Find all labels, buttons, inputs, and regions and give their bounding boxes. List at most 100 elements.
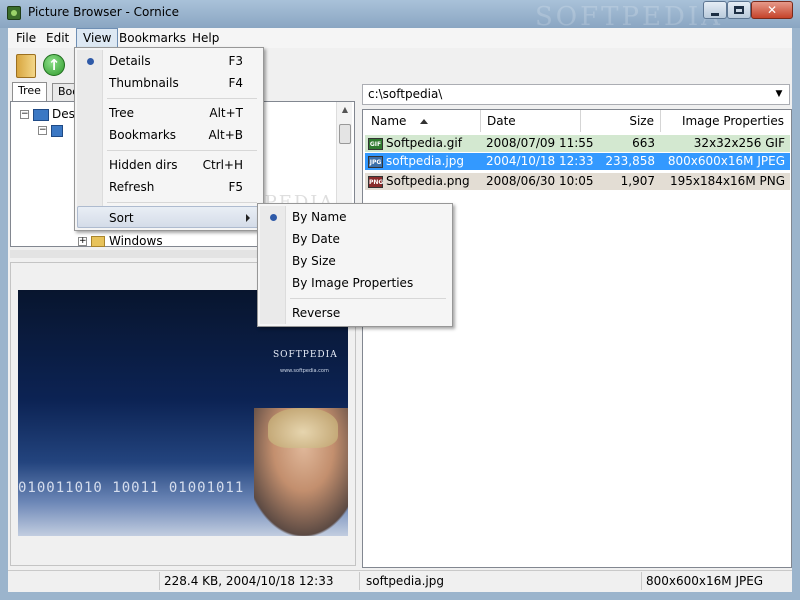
- collapse-icon[interactable]: −: [38, 126, 47, 135]
- file-name-cell: PNG Softpedia.png: [368, 173, 470, 190]
- path-input[interactable]: c:\softpedia\: [362, 84, 790, 105]
- menu-item-label: Bookmarks: [109, 128, 177, 142]
- chevron-down-icon[interactable]: ▼: [773, 88, 785, 100]
- column-header-image-properties[interactable]: Image Properties: [661, 110, 790, 132]
- radio-bullet-icon: [87, 58, 94, 65]
- menu-item-label: By Size: [292, 254, 336, 268]
- menu-item-label: Tree: [109, 106, 135, 120]
- menu-bookmarks[interactable]: Bookmarks: [113, 28, 192, 48]
- computer-icon: [51, 124, 63, 137]
- tab-tree[interactable]: Tree: [12, 82, 47, 102]
- folder-icon: [91, 236, 105, 247]
- preview-sub-text: www.softpedia.com: [280, 368, 329, 374]
- table-row[interactable]: GIF Softpedia.gif 2008/07/09 11:55 663 32…: [365, 135, 790, 152]
- menu-item-shortcut: F5: [228, 180, 243, 194]
- menu-separator: [290, 298, 446, 299]
- radio-bullet-icon: [270, 214, 277, 221]
- preview-hair: [268, 408, 338, 448]
- status-file-name: softpedia.jpg: [362, 572, 642, 590]
- preview-digits: 010011010 10011 01001011: [18, 480, 245, 496]
- file-size: 1,907: [620, 174, 655, 188]
- menu-item-reverse[interactable]: Reverse: [260, 302, 450, 324]
- menu-item-shortcut: F3: [228, 54, 243, 68]
- menu-item-by-size[interactable]: By Size: [260, 250, 450, 272]
- menu-separator: [107, 202, 257, 203]
- menu-help[interactable]: Help: [186, 28, 225, 48]
- desktop-icon: [33, 108, 49, 121]
- window-title: Picture Browser - Cornice: [28, 5, 180, 19]
- menu-edit[interactable]: Edit: [40, 28, 75, 48]
- file-image-properties: 195x184x16M PNG: [670, 174, 785, 188]
- column-label: Date: [487, 114, 516, 128]
- file-date: 2004/10/18 12:33: [486, 154, 594, 168]
- table-row[interactable]: JPG softpedia.jpg 2004/10/18 12:33 233,85…: [365, 153, 790, 170]
- menu-item-tree[interactable]: Tree Alt+T: [77, 102, 261, 124]
- tree-item-computer[interactable]: −: [38, 122, 66, 138]
- collapse-icon[interactable]: −: [20, 110, 29, 119]
- tree-item-windows[interactable]: + Windows: [78, 233, 163, 249]
- menu-item-shortcut: Ctrl+H: [202, 158, 243, 172]
- file-size: 663: [632, 136, 655, 150]
- column-label: Size: [629, 114, 654, 128]
- folder-icon[interactable]: [16, 54, 36, 78]
- maximize-button[interactable]: [727, 1, 751, 19]
- file-name: Softpedia.gif: [386, 136, 462, 150]
- menu-item-thumbnails[interactable]: Thumbnails F4: [77, 72, 261, 94]
- png-file-icon: PNG: [368, 175, 383, 188]
- file-name: Softpedia.png: [386, 174, 470, 188]
- status-empty: [10, 572, 160, 590]
- menu-item-details[interactable]: Details F3: [77, 50, 261, 72]
- menu-item-by-image-properties[interactable]: By Image Properties: [260, 272, 450, 294]
- column-header-size[interactable]: Size: [581, 110, 661, 132]
- jpg-file-icon: JPG: [368, 155, 383, 168]
- menu-item-hidden-dirs[interactable]: Hidden dirs Ctrl+H: [77, 154, 261, 176]
- column-header-name[interactable]: Name: [365, 110, 481, 132]
- menu-item-label: Reverse: [292, 306, 341, 320]
- menu-item-label: By Date: [292, 232, 340, 246]
- menu-bar: File Edit View Bookmarks Help: [8, 28, 792, 48]
- file-image-properties: 800x600x16M JPEG: [667, 154, 785, 168]
- menu-item-by-name[interactable]: By Name: [260, 206, 450, 228]
- menu-item-label: Details: [109, 54, 151, 68]
- sort-ascending-icon: [420, 119, 429, 124]
- minimize-icon: [711, 12, 719, 16]
- maximize-icon: [734, 6, 744, 14]
- app-icon: [7, 6, 21, 20]
- column-label: Name: [371, 114, 407, 128]
- column-header-date[interactable]: Date: [481, 110, 581, 132]
- minimize-button[interactable]: [703, 1, 727, 19]
- scroll-up-icon[interactable]: ▲: [337, 102, 353, 118]
- menu-item-label: By Name: [292, 210, 347, 224]
- file-image-properties: 32x32x256 GIF: [693, 136, 785, 150]
- menu-item-shortcut: Alt+B: [208, 128, 243, 142]
- file-name-cell: JPG softpedia.jpg: [368, 153, 464, 170]
- table-row[interactable]: PNG Softpedia.png 2008/06/30 10:05 1,907 …: [365, 173, 790, 190]
- menu-item-shortcut: Alt+T: [209, 106, 243, 120]
- menu-item-label: Refresh: [109, 180, 155, 194]
- tree-item-label: Windows: [109, 234, 163, 248]
- tree-item-desktop[interactable]: − Des: [20, 106, 75, 122]
- expand-icon[interactable]: +: [78, 237, 87, 246]
- menu-item-refresh[interactable]: Refresh F5: [77, 176, 261, 198]
- file-date: 2008/06/30 10:05: [486, 174, 594, 188]
- menu-separator: [107, 98, 257, 99]
- tree-item-label: Des: [52, 107, 75, 121]
- scroll-thumb[interactable]: [339, 124, 351, 144]
- preview-logo-text: SOFTPEDIA: [273, 350, 338, 360]
- menu-item-label: Thumbnails: [109, 76, 179, 90]
- menu-item-by-date[interactable]: By Date: [260, 228, 450, 250]
- file-name: softpedia.jpg: [386, 154, 464, 168]
- menu-item-label: Hidden dirs: [109, 158, 178, 172]
- submenu-arrow-icon: [246, 214, 250, 222]
- menu-item-bookmarks[interactable]: Bookmarks Alt+B: [77, 124, 261, 146]
- sort-submenu: By Name By Date By Size By Image Propert…: [257, 203, 453, 327]
- menu-item-sort[interactable]: Sort: [77, 206, 261, 228]
- close-button[interactable]: ✕: [751, 1, 793, 19]
- menu-item-shortcut: F4: [228, 76, 243, 90]
- file-size: 233,858: [605, 154, 655, 168]
- up-arrow-icon[interactable]: ↑: [43, 54, 65, 76]
- file-date: 2008/07/09 11:55: [486, 136, 594, 150]
- gif-file-icon: GIF: [368, 137, 383, 150]
- status-file-info: 228.4 KB, 2004/10/18 12:33: [160, 572, 360, 590]
- menu-file[interactable]: File: [10, 28, 42, 48]
